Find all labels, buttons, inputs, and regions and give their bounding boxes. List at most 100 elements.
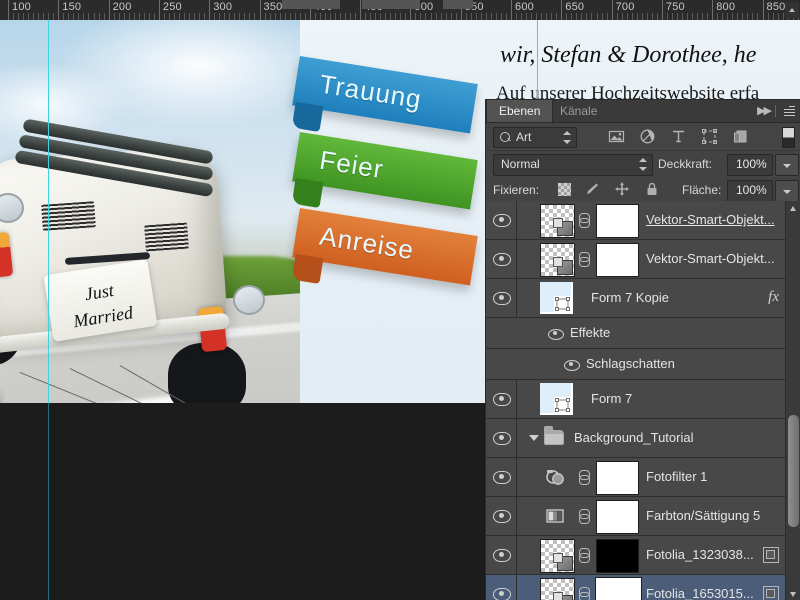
link-mask-icon[interactable]	[579, 252, 590, 267]
eye-icon[interactable]	[548, 326, 564, 340]
layer-row[interactable]: Farbton/Sättigung 5	[486, 497, 800, 536]
image-filter-icon[interactable]	[608, 128, 625, 145]
lock-image-pixels-icon[interactable]	[584, 181, 601, 198]
scroll-down-arrow-icon[interactable]	[786, 587, 800, 600]
opacity-dropdown-button[interactable]	[775, 154, 799, 176]
layer-thumbnail[interactable]	[540, 243, 575, 277]
layer-row[interactable]: Vektor-Smart-Objekt...	[486, 201, 800, 240]
scrollbar-thumb[interactable]	[788, 415, 799, 527]
layer-row[interactable]: Background_Tutorial	[486, 419, 800, 458]
lock-all-icon[interactable]	[644, 181, 661, 198]
layer-thumbnail[interactable]	[540, 204, 575, 238]
up-down-arrows-icon[interactable]	[639, 158, 647, 171]
ruler-minor-tick	[415, 13, 417, 20]
layer-visibility-toggle[interactable]	[486, 240, 517, 278]
double-arrow-right-icon[interactable]: ▶▶	[757, 104, 772, 117]
filter-type-icons	[608, 128, 749, 145]
ruler-minor-tick	[68, 13, 70, 20]
layer-effects-badge[interactable]: fx	[768, 289, 779, 306]
fill-dropdown-button[interactable]	[775, 180, 799, 202]
ruler-minor-tick	[334, 13, 336, 20]
layers-panel[interactable]: Ebenen Känale ▶▶ Art Normal Deckkraft: 1…	[485, 99, 800, 600]
tab-kanaele[interactable]: Känale	[548, 100, 609, 122]
eye-icon	[493, 432, 511, 445]
layer-row[interactable]: Vektor-Smart-Objekt...	[486, 240, 800, 279]
blend-mode-select[interactable]: Normal	[493, 154, 653, 176]
ruler-minor-tick	[304, 13, 306, 20]
layer-row[interactable]: Form 7 Kopie fx	[486, 279, 800, 318]
layer-thumbnail[interactable]	[540, 539, 575, 573]
ruler-minor-tick	[244, 13, 246, 20]
eye-icon[interactable]	[564, 357, 580, 371]
layer-visibility-toggle[interactable]	[486, 419, 517, 457]
type-filter-icon[interactable]	[670, 128, 687, 145]
ruler-minor-tick	[420, 13, 422, 20]
opacity-input[interactable]: 100%	[727, 154, 773, 176]
ruler-minor-tick	[339, 13, 341, 20]
link-mask-icon[interactable]	[579, 548, 590, 563]
layer-row[interactable]: Fotolia_1323038...	[486, 536, 800, 575]
layer-row[interactable]: Form 7	[486, 380, 800, 419]
up-down-arrows-icon[interactable]	[563, 131, 571, 144]
panel-menu-icon[interactable]	[781, 105, 795, 116]
layer-row[interactable]: Fotofilter 1	[486, 458, 800, 497]
ruler-minor-tick	[586, 13, 588, 20]
layer-visibility-toggle[interactable]	[486, 458, 517, 496]
ruler-major-tick	[762, 0, 764, 20]
shape-filter-icon[interactable]	[701, 128, 718, 145]
layer-list-scrollbar[interactable]	[785, 201, 800, 600]
layer-list[interactable]: Vektor-Smart-Objekt... Vektor-Smart-Objek…	[486, 201, 800, 600]
ruler-minor-tick	[636, 13, 638, 20]
adjustment-filter-icon[interactable]	[639, 128, 656, 145]
ruler-minor-tick	[294, 13, 296, 20]
ruler-minor-tick	[526, 13, 528, 20]
horizontal-ruler[interactable]: 1001502002503003504004505005506006507007…	[0, 0, 800, 21]
layer-thumbnail[interactable]	[540, 282, 573, 314]
layer-name: Form 7 Kopie	[591, 290, 670, 305]
layer-thumbnail[interactable]	[540, 578, 575, 600]
scroll-up-arrow-icon[interactable]	[786, 201, 800, 215]
layer-mask-thumbnail[interactable]	[596, 243, 639, 277]
layer-thumbnail[interactable]	[540, 383, 573, 415]
layer-mask-thumbnail[interactable]	[596, 539, 639, 573]
link-mask-icon[interactable]	[579, 213, 590, 228]
ruler-major-tick	[58, 0, 60, 20]
guide-vertical-left-lower[interactable]	[48, 403, 49, 600]
lock-position-icon[interactable]	[614, 181, 631, 198]
guide-vertical-left[interactable]	[48, 20, 49, 403]
layer-visibility-toggle[interactable]	[486, 279, 517, 317]
ruler-minor-tick	[521, 13, 523, 20]
ruler-minor-tick	[184, 13, 186, 20]
ruler-minor-tick	[63, 13, 65, 20]
smartobject-filter-icon[interactable]	[732, 128, 749, 145]
filter-kind-select[interactable]: Art	[493, 127, 577, 148]
layer-visibility-toggle[interactable]	[486, 380, 517, 418]
chevron-down-icon[interactable]	[529, 435, 539, 441]
layer-row[interactable]: Effekte	[486, 318, 800, 349]
link-mask-icon[interactable]	[579, 587, 590, 600]
layer-mask-thumbnail[interactable]	[596, 204, 639, 238]
layer-row[interactable]: Fotolia_1653015...	[486, 575, 800, 600]
link-mask-icon[interactable]	[579, 470, 590, 485]
layer-visibility-toggle[interactable]	[486, 575, 517, 600]
layer-mask-thumbnail[interactable]	[595, 577, 642, 600]
ruler-minor-tick	[214, 13, 216, 20]
layer-visibility-toggle[interactable]	[486, 497, 517, 535]
blend-row: Normal Deckkraft: 100%	[486, 151, 800, 177]
ruler-selection-marker-3	[443, 0, 473, 9]
fill-input[interactable]: 100%	[727, 180, 773, 202]
ruler-minor-tick	[656, 13, 658, 20]
layer-row[interactable]: Schlagschatten	[486, 349, 800, 380]
layer-mask-thumbnail[interactable]	[596, 500, 639, 534]
tab-ebenen[interactable]: Ebenen	[486, 100, 554, 122]
layer-visibility-toggle[interactable]	[486, 536, 517, 574]
filter-toggle-switch[interactable]	[782, 127, 795, 148]
ruler-minor-tick	[601, 13, 603, 20]
ribbon-tail	[291, 101, 324, 132]
scroll-up-arrow-icon[interactable]	[785, 2, 799, 18]
lock-transparent-pixels-icon[interactable]	[558, 183, 571, 196]
layer-mask-thumbnail[interactable]	[596, 461, 639, 495]
layer-visibility-toggle[interactable]	[486, 201, 517, 239]
search-icon	[500, 132, 510, 142]
link-mask-icon[interactable]	[579, 509, 590, 524]
